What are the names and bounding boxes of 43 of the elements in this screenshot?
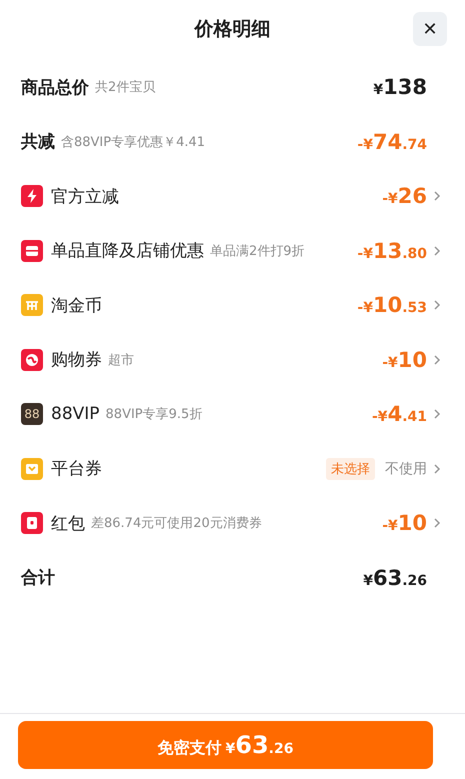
amount-text: -¥4.41 (372, 402, 427, 426)
amount-text: -¥10.53 (357, 293, 427, 318)
amount-text: -¥10 (382, 348, 427, 372)
amount-text: -¥74.74 (357, 130, 427, 154)
amount-text: -¥10 (382, 511, 427, 536)
amount-text: -¥26 (382, 184, 427, 208)
close-button[interactable]: ✕ (413, 12, 447, 46)
chevron-icon[interactable] (433, 462, 441, 475)
item-label: 购物券 (51, 349, 102, 372)
item-note: 单品满2件打9折 (210, 242, 305, 260)
coupon-icon (21, 348, 43, 371)
chevron-icon[interactable] (433, 190, 441, 202)
summary-note: 含88VIP专享优惠￥4.41 (61, 134, 206, 151)
chevron-icon[interactable] (433, 299, 441, 312)
item-note: 超市 (108, 352, 134, 369)
status-tag: 未选择 (326, 458, 375, 480)
summary-label: 共减 (21, 131, 55, 154)
envelope-icon (21, 512, 43, 534)
ticket-icon (21, 458, 43, 480)
summary-note: 共2件宝贝 (95, 79, 156, 96)
status-text: 不使用 (385, 460, 427, 478)
summary-label: 商品总价 (21, 76, 89, 99)
item-label: 单品直降及店铺优惠 (51, 240, 204, 262)
chevron-icon[interactable] (433, 354, 441, 366)
shop-icon (21, 240, 43, 262)
vip-icon: 88 (21, 403, 43, 426)
total-label: 合计 (21, 567, 55, 590)
item-label: 淘金币 (51, 294, 102, 317)
item-note: 差86.74元可使用20元消费券 (91, 515, 262, 532)
total-amount: ¥63.26 (363, 566, 427, 590)
amount-text: -¥13.80 (357, 238, 427, 263)
coin-icon (21, 294, 43, 316)
lightning-icon (21, 185, 43, 208)
chevron-icon[interactable] (433, 408, 441, 420)
amount-text: ¥138 (373, 75, 427, 100)
item-note: 88VIP专享9.5折 (106, 406, 202, 424)
item-label: 88VIP (51, 404, 100, 424)
chevron-icon[interactable] (433, 244, 441, 257)
item-label: 平台券 (51, 458, 102, 480)
item-label: 红包 (51, 512, 85, 535)
chevron-icon[interactable] (433, 517, 441, 530)
item-label: 官方立减 (51, 186, 119, 208)
sheet-title: 价格明细 (194, 17, 270, 42)
